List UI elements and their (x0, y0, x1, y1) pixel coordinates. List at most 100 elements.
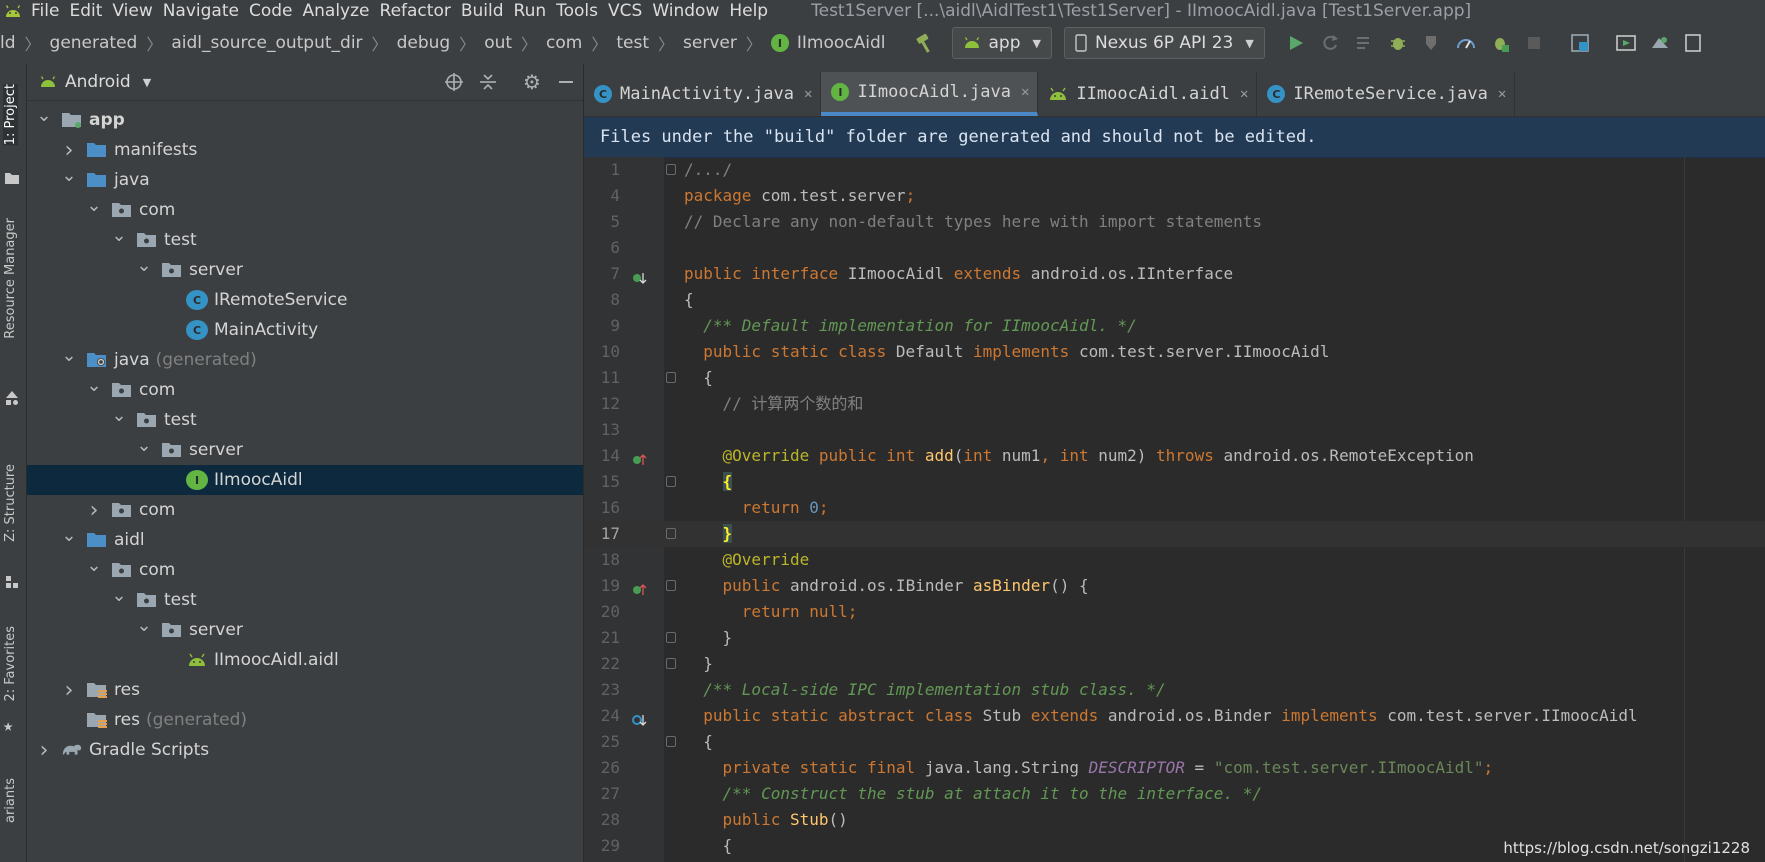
breadcrumb-item[interactable]: out (484, 33, 512, 53)
chevron-down-icon[interactable]: ⌄ (110, 225, 128, 246)
tree-node[interactable]: ⌄ server (27, 615, 583, 645)
chevron-right-icon[interactable]: › (60, 678, 78, 703)
tree-node[interactable]: › res (27, 675, 583, 705)
close-icon[interactable]: ✕ (1498, 86, 1506, 102)
fold-marker-icon[interactable] (666, 658, 676, 669)
code-line[interactable]: 5 // Declare any non-default types here w… (584, 209, 1765, 235)
tree-node[interactable]: IImoocAidl.aidl (27, 645, 583, 675)
menu-build[interactable]: Build (456, 1, 509, 21)
tree-node[interactable]: › manifests (27, 135, 583, 165)
tree-node[interactable]: ⌄ com (27, 195, 583, 225)
fold-marker-icon[interactable] (666, 632, 676, 643)
code-line[interactable]: 7 public interface IImoocAidl extends and… (584, 261, 1765, 287)
device-select[interactable]: Nexus 6P API 23 ▼ (1063, 27, 1265, 59)
run-configuration-select[interactable]: app ▼ (951, 27, 1052, 59)
coverage-icon[interactable] (1417, 28, 1447, 58)
apply-changes-icon[interactable] (1315, 28, 1345, 58)
menu-view[interactable]: View (107, 1, 157, 21)
tree-node[interactable]: › Gradle Scripts (27, 735, 583, 765)
tree-node[interactable]: ⌄ com (27, 375, 583, 405)
stop-icon[interactable] (1519, 28, 1549, 58)
chevron-right-icon[interactable]: › (85, 498, 103, 523)
code-line[interactable]: 4 package com.test.server; (584, 183, 1765, 209)
menu-analyze[interactable]: Analyze (298, 1, 375, 21)
code-line[interactable]: 15 { (584, 469, 1765, 495)
tab-resource-manager[interactable]: Resource Manager (3, 218, 18, 339)
fold-marker-icon[interactable] (666, 528, 676, 539)
breadcrumb-item[interactable]: generated (50, 33, 138, 53)
code-editor[interactable]: 1 /.../ 4 package com.test.server; 5 // Decla… (584, 157, 1765, 862)
code-line[interactable]: 1 /.../ (584, 157, 1765, 183)
tree-node[interactable]: ⌄ test (27, 585, 583, 615)
editor-tab[interactable]: C MainActivity.java ✕ (584, 72, 822, 116)
gear-icon[interactable]: ⚙ (515, 65, 549, 99)
menu-edit[interactable]: Edit (64, 1, 107, 21)
menu-file[interactable]: File (26, 1, 64, 21)
tree-node[interactable]: ⌄ com (27, 555, 583, 585)
close-icon[interactable]: ✕ (1240, 86, 1248, 102)
code-line[interactable]: 18 @Override (584, 547, 1765, 573)
code-line[interactable]: 20 return null; (584, 599, 1765, 625)
tree-node[interactable]: ⌄ aidl (27, 525, 583, 555)
tab-build-variants[interactable]: ariants (3, 778, 18, 823)
tree-node[interactable]: ⌄ test (27, 225, 583, 255)
code-line[interactable]: 22 } (584, 651, 1765, 677)
chevron-down-icon[interactable]: ⌄ (135, 435, 153, 456)
implemented-gutter-icon[interactable] (632, 267, 647, 284)
tree-node[interactable]: ⌄ java (generated) (27, 345, 583, 375)
chevron-down-icon[interactable]: ⌄ (110, 405, 128, 426)
code-line[interactable]: 21 } (584, 625, 1765, 651)
breadcrumb-item[interactable]: com (546, 33, 582, 53)
chevron-right-icon[interactable]: › (60, 138, 78, 163)
fold-marker-icon[interactable] (666, 476, 676, 487)
code-line[interactable]: 25 { (584, 729, 1765, 755)
tree-node[interactable]: I IImoocAidl (27, 465, 583, 495)
menu-window[interactable]: Window (647, 1, 724, 21)
code-line[interactable]: 19 public android.os.IBinder asBinder() … (584, 573, 1765, 599)
breadcrumb-item[interactable]: I IImoocAidl (770, 33, 886, 53)
tree-node[interactable]: res (generated) (27, 705, 583, 735)
tree-node[interactable]: ⌄ server (27, 435, 583, 465)
code-line[interactable]: 17 } (584, 521, 1765, 547)
tree-node[interactable]: ⌄ test (27, 405, 583, 435)
apply-code-changes-icon[interactable] (1349, 28, 1379, 58)
menu-navigate[interactable]: Navigate (158, 1, 244, 21)
code-line[interactable]: 8{ (584, 287, 1765, 313)
editor-tab[interactable]: I IImoocAidl.java ✕ (821, 72, 1039, 116)
fold-marker-icon[interactable] (666, 736, 676, 747)
close-icon[interactable]: ✕ (804, 86, 812, 102)
locate-crosshair-icon[interactable] (437, 65, 471, 99)
sync-project-icon[interactable] (1565, 28, 1595, 58)
tree-node[interactable]: › com (27, 495, 583, 525)
code-line[interactable]: 16 return 0; (584, 495, 1765, 521)
menu-code[interactable]: Code (244, 1, 298, 21)
code-line[interactable]: 27 /** Construct the stub at attach it t… (584, 781, 1765, 807)
code-line[interactable]: 24 public static abstract class Stub ext… (584, 703, 1765, 729)
overrides-gutter-icon[interactable] (632, 579, 647, 595)
tree-node[interactable]: C IRemoteService (27, 285, 583, 315)
code-line[interactable]: 11 { (584, 365, 1765, 391)
sdk-manager-icon[interactable] (1645, 28, 1675, 58)
subclassed-gutter-icon[interactable] (632, 709, 647, 726)
chevron-down-icon[interactable]: ⌄ (110, 585, 128, 606)
code-line[interactable]: 6 (584, 235, 1765, 261)
chevron-down-icon[interactable]: ⌄ (135, 615, 153, 636)
avd-manager-icon[interactable] (1611, 28, 1641, 58)
tab-favorites[interactable]: 2: Favorites (3, 626, 18, 702)
run-icon[interactable] (1281, 28, 1311, 58)
attach-debugger-icon[interactable] (1485, 28, 1515, 58)
tree-node[interactable]: ⌄ server (27, 255, 583, 285)
chevron-down-icon[interactable]: ⌄ (60, 345, 78, 366)
chevron-down-icon[interactable]: ⌄ (85, 195, 103, 216)
minimize-icon[interactable] (549, 65, 583, 99)
tab-project[interactable]: 1: Project (3, 84, 18, 146)
code-line[interactable]: 23 /** Local-side IPC implementation stu… (584, 677, 1765, 703)
breadcrumb-item[interactable]: aidl_source_output_dir (171, 33, 362, 53)
menu-tools[interactable]: Tools (551, 1, 603, 21)
code-line[interactable]: 13 (584, 417, 1765, 443)
overrides-gutter-icon[interactable] (632, 449, 647, 465)
layout-inspector-icon[interactable] (1679, 28, 1709, 58)
chevron-down-icon[interactable]: ⌄ (60, 525, 78, 546)
editor-tab[interactable]: IImoocAidl.aidl ✕ (1038, 72, 1258, 116)
chevron-down-icon[interactable]: ⌄ (85, 375, 103, 396)
